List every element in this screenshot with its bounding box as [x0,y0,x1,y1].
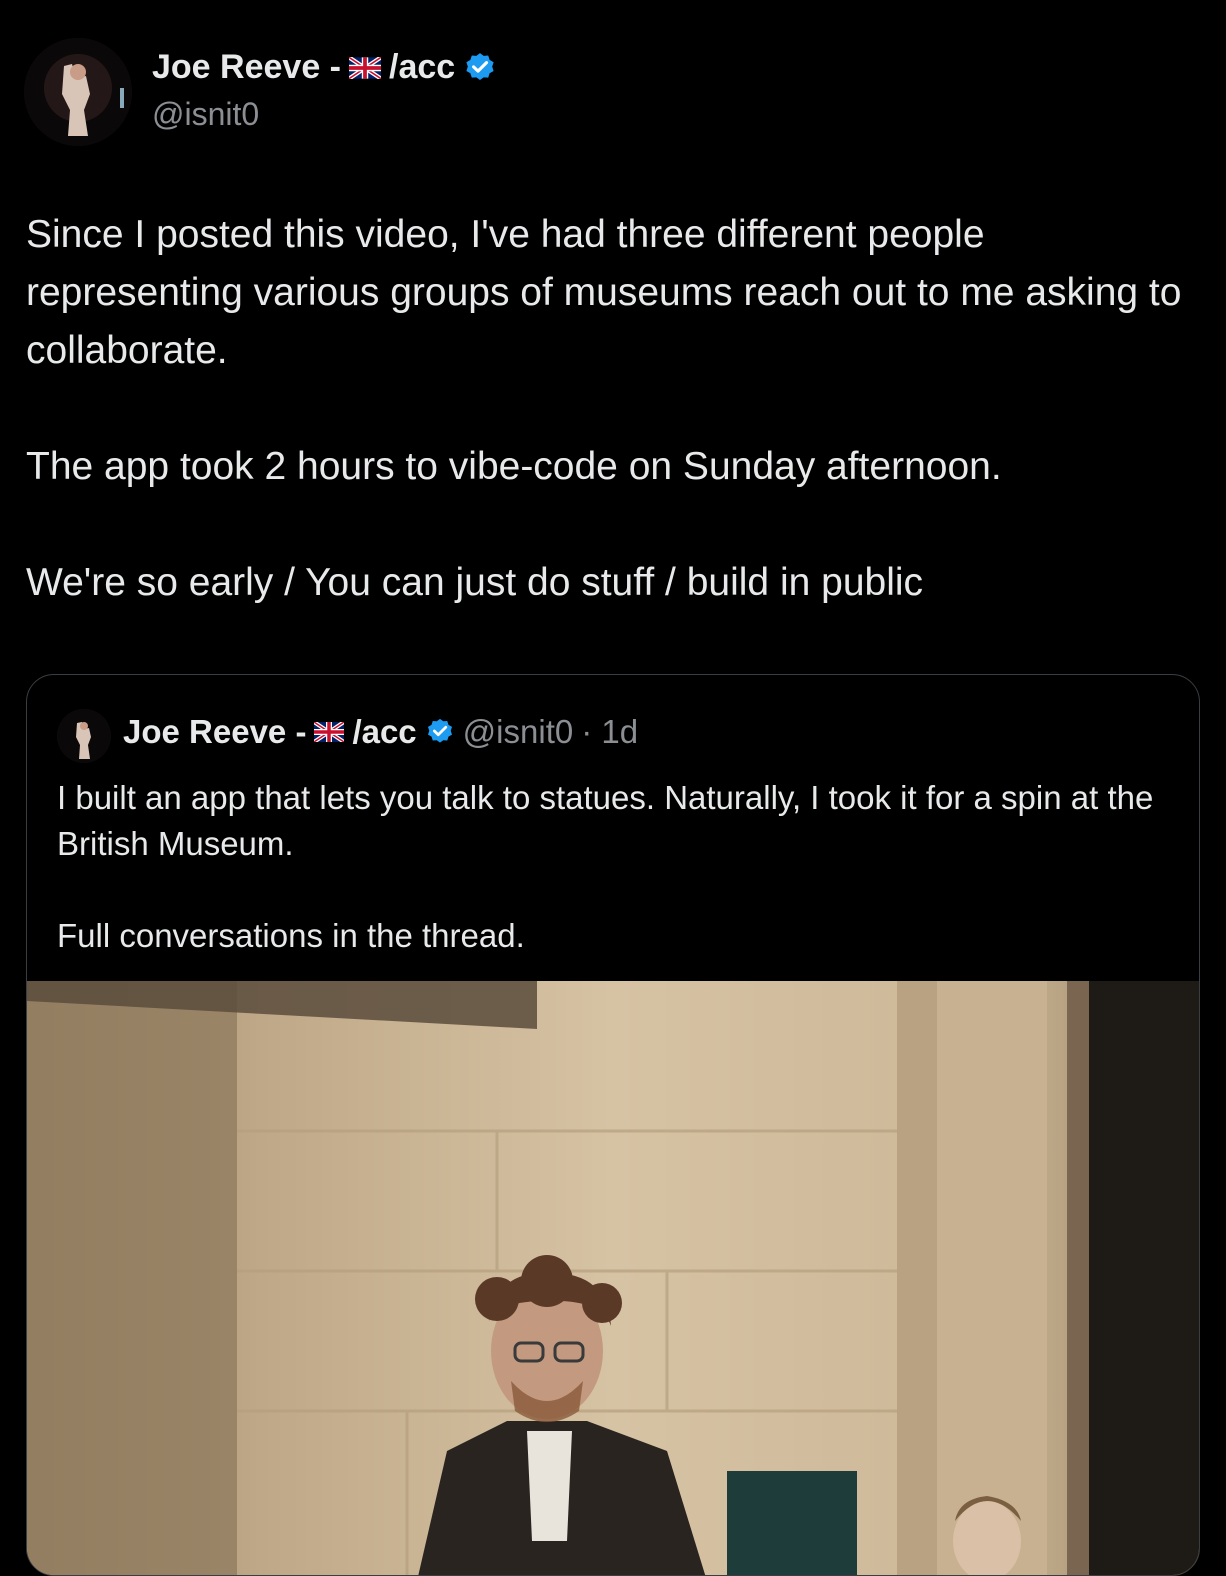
quoted-tweet-video[interactable] [27,981,1199,1575]
video-frame-image [27,981,1199,1575]
quoted-tweet-text: I built an app that lets you talk to sta… [57,775,1167,959]
quoted-author-avatar[interactable] [57,709,111,763]
author-avatar[interactable] [24,38,132,146]
author-name-text: Joe Reeve - [152,48,341,86]
quoted-author-name-suffix: /acc [352,713,417,750]
author-name[interactable]: Joe Reeve - /acc [152,48,497,87]
tweet-paragraph: The app took 2 hours to vibe-code on Sun… [26,445,1002,488]
uk-flag-icon [314,722,345,742]
quoted-tweet-time[interactable]: · 1d [581,713,638,751]
quoted-tweet-header: Joe Reeve - /acc @isnit0 · 1d [123,713,638,751]
tweet-paragraph: Since I posted this video, I've had thre… [26,213,1182,372]
tweet-paragraph: We're so early / You can just do stuff /… [26,561,924,604]
author-name-suffix: /acc [389,48,456,86]
quoted-tweet-card[interactable]: Joe Reeve - /acc @isnit0 · 1d I built an… [26,674,1200,1576]
tweet-text: Since I posted this video, I've had thre… [26,206,1196,612]
author-handle[interactable]: @isnit0 [152,96,259,133]
quoted-author-handle[interactable]: @isnit0 [463,713,574,751]
quoted-tweet-paragraph: I built an app that lets you talk to sta… [57,779,1154,862]
verified-badge-icon [427,718,452,743]
verified-badge-icon [466,52,494,80]
uk-flag-icon [349,56,381,79]
quoted-tweet-paragraph: Full conversations in the thread. [57,917,525,954]
quoted-author-name[interactable]: Joe Reeve - [123,713,306,751]
